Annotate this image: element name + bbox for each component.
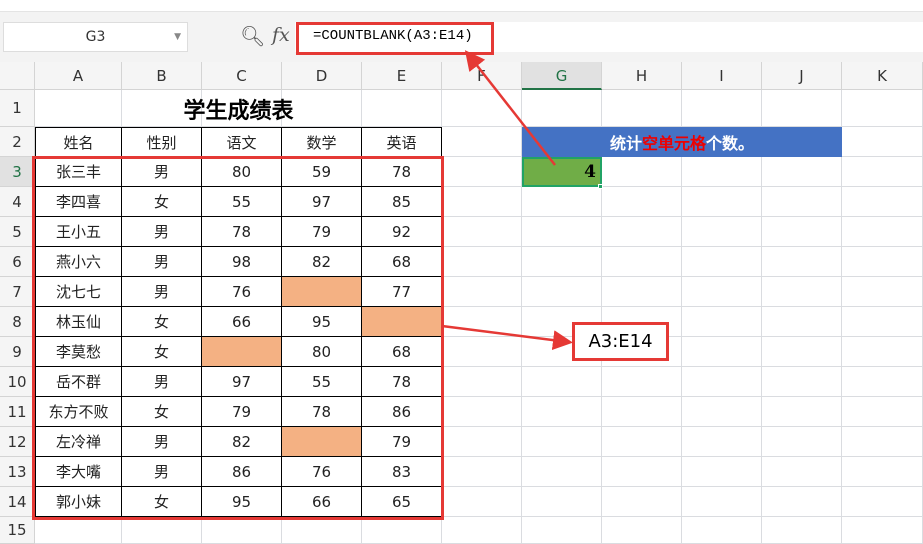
arrow-to-callout (441, 324, 573, 351)
arrow-to-formula (464, 50, 556, 166)
annotation-arrows (441, 50, 573, 351)
